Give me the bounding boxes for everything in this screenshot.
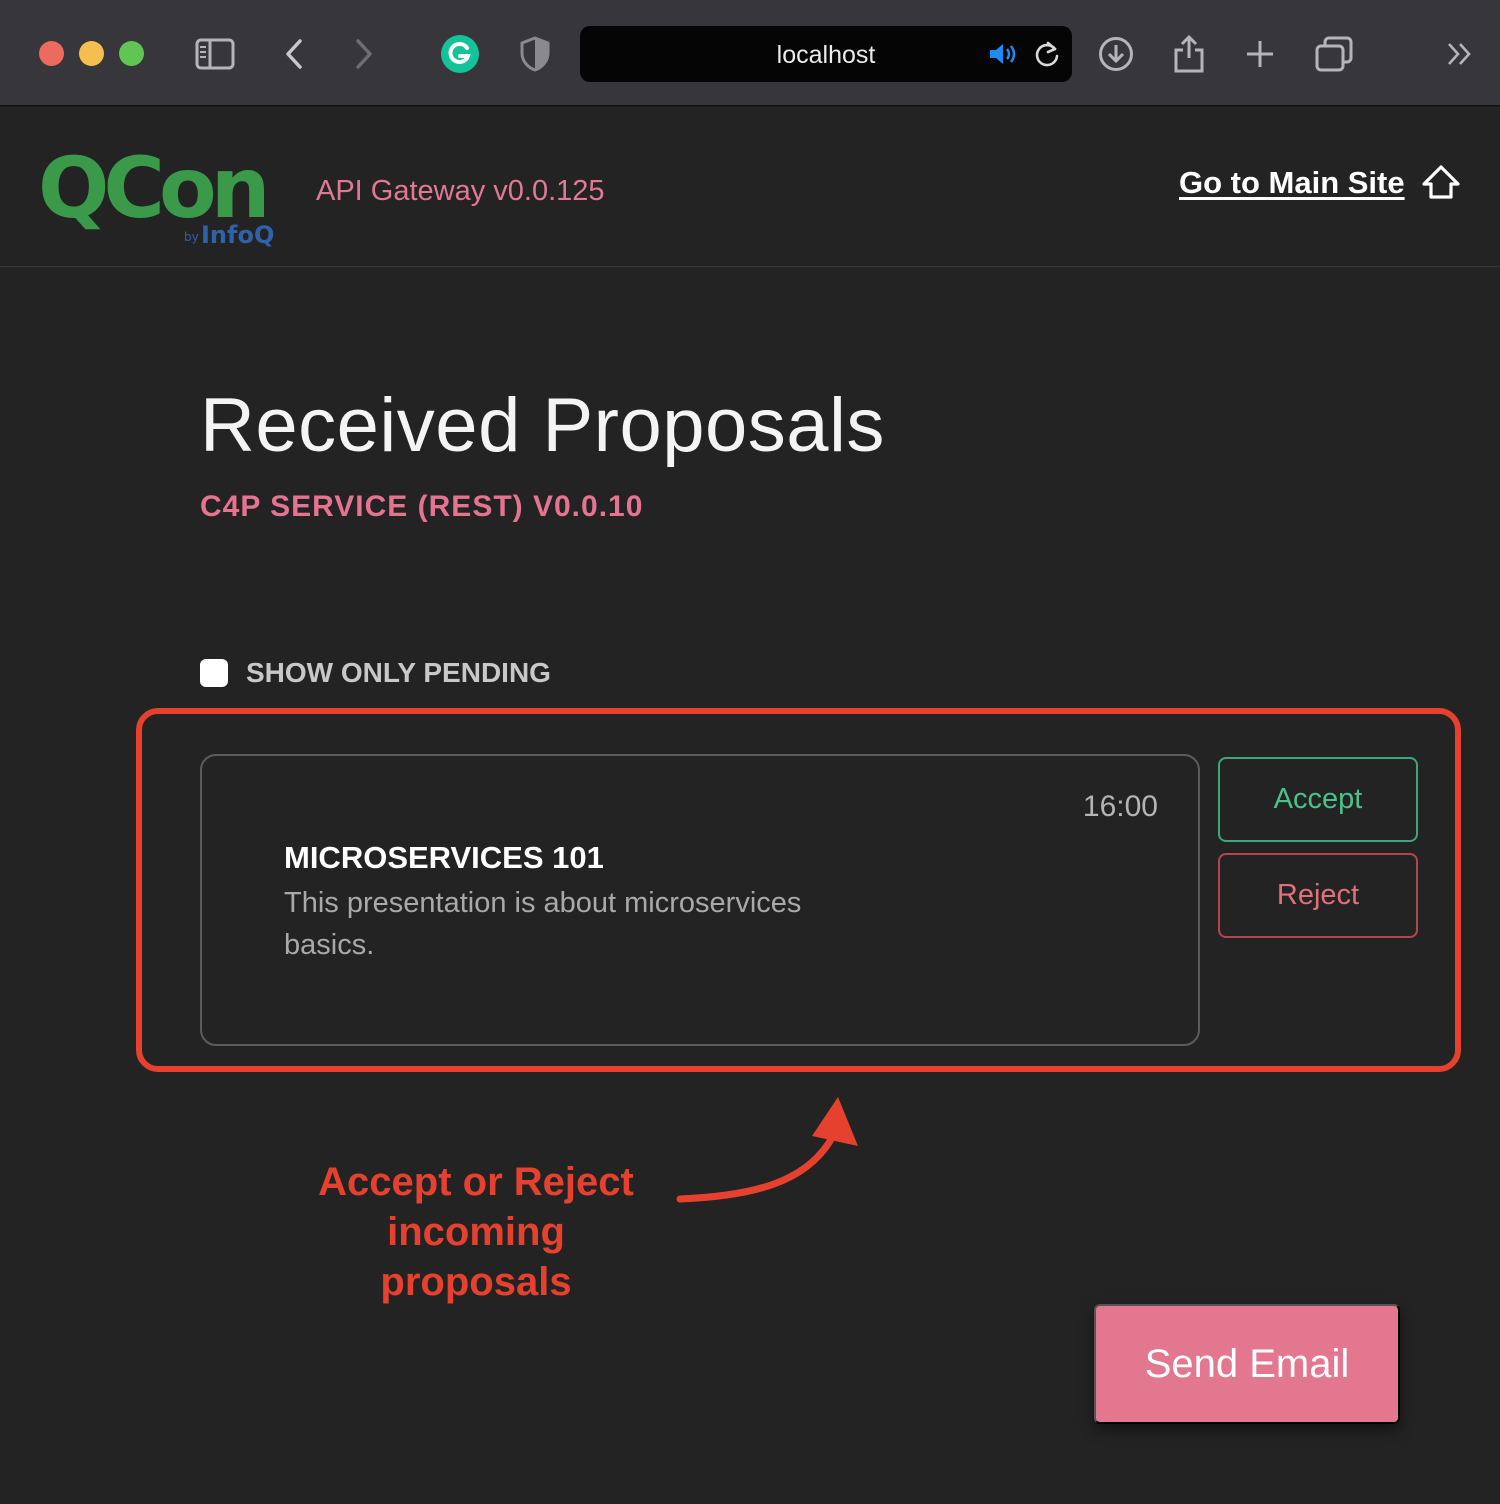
- reject-button[interactable]: Reject: [1218, 853, 1418, 938]
- annotation-text: Accept or Reject incoming proposals: [296, 1157, 656, 1307]
- new-tab-icon[interactable]: [1238, 30, 1282, 78]
- annotation-line-2: incoming proposals: [380, 1210, 572, 1304]
- page-title: Received Proposals: [200, 383, 885, 468]
- annotation-arrow-icon: [670, 1092, 870, 1212]
- site-header: QCon by InfoQ API Gateway v0.0.125 Go to…: [0, 107, 1500, 267]
- proposal-title: MICROSERVICES 101: [284, 840, 604, 875]
- accept-button[interactable]: Accept: [1218, 757, 1418, 842]
- sidebar-icon[interactable]: [193, 30, 237, 78]
- grammarly-icon[interactable]: [438, 30, 482, 78]
- more-icon[interactable]: [1438, 30, 1482, 78]
- address-bar[interactable]: localhost: [580, 26, 1072, 82]
- logo-infoq: InfoQ: [201, 221, 274, 249]
- close-window-button[interactable]: [39, 41, 64, 66]
- service-version: C4P SERVICE (REST) V0.0.10: [200, 490, 644, 523]
- back-icon[interactable]: [272, 30, 316, 78]
- annotation-line-1: Accept or Reject: [318, 1160, 634, 1204]
- proposal-card[interactable]: 16:00 MICROSERVICES 101 This presentatio…: [200, 754, 1200, 1046]
- reload-icon[interactable]: [1034, 40, 1060, 73]
- gateway-version: API Gateway v0.0.125: [316, 175, 605, 207]
- pending-filter[interactable]: SHOW ONLY PENDING: [200, 657, 551, 689]
- main-site-link[interactable]: Go to Main Site: [1179, 165, 1405, 201]
- logo-by: by: [184, 230, 199, 244]
- proposal-time: 16:00: [1082, 790, 1158, 823]
- show-only-pending-checkbox[interactable]: [200, 659, 228, 687]
- forward-icon[interactable]: [342, 30, 386, 78]
- zoom-window-button[interactable]: [119, 41, 144, 66]
- minimize-window-button[interactable]: [79, 41, 104, 66]
- send-email-button[interactable]: Send Email: [1094, 1304, 1400, 1424]
- audio-icon[interactable]: [988, 42, 1018, 71]
- share-icon[interactable]: [1167, 30, 1211, 78]
- shield-icon[interactable]: [513, 30, 557, 78]
- download-icon[interactable]: [1094, 30, 1138, 78]
- tabs-overview-icon[interactable]: [1312, 30, 1356, 78]
- home-icon[interactable]: [1420, 163, 1462, 203]
- proposal-description: This presentation is about microservices…: [284, 887, 802, 961]
- page-content: QCon by InfoQ API Gateway v0.0.125 Go to…: [0, 107, 1500, 1504]
- qcon-logo[interactable]: QCon by InfoQ: [38, 137, 283, 249]
- show-only-pending-label: SHOW ONLY PENDING: [246, 657, 551, 688]
- browser-toolbar: localhost: [0, 0, 1500, 106]
